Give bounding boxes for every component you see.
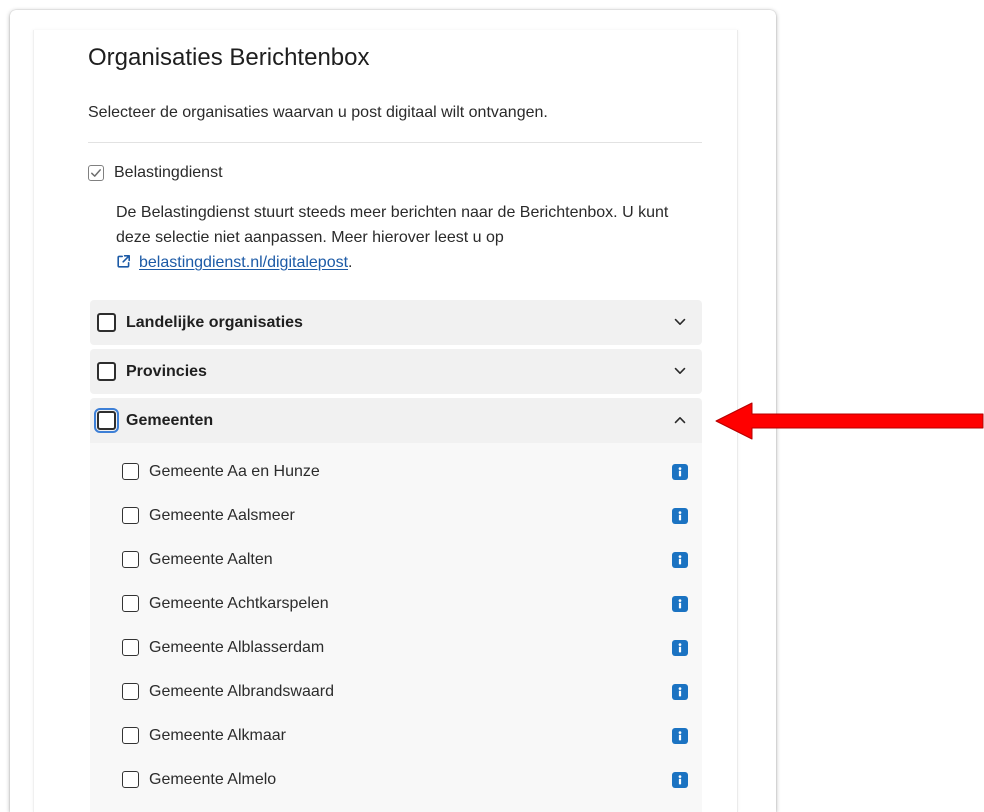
gemeente-checkbox[interactable] — [122, 551, 139, 568]
provincies-checkbox[interactable] — [97, 362, 116, 381]
accordion-provincies[interactable]: Provincies — [90, 349, 702, 394]
info-icon[interactable] — [672, 772, 688, 788]
link-suffix: . — [348, 254, 353, 271]
list-item: Gemeente Aalten — [90, 538, 702, 582]
gemeente-label: Gemeente Almelo — [149, 771, 277, 788]
red-arrow-left-icon — [715, 402, 984, 440]
external-link-icon — [117, 255, 130, 268]
info-icon[interactable] — [672, 464, 688, 480]
gemeente-checkbox[interactable] — [122, 771, 139, 788]
belastingdienst-label: Belastingdienst — [114, 164, 223, 181]
page-subtitle: Selecteer de organisaties waarvan u post… — [88, 104, 548, 121]
page: Organisaties Berichtenbox Selecteer de o… — [0, 0, 984, 812]
chevron-up-icon[interactable] — [674, 416, 686, 424]
arrow-shape — [715, 402, 984, 440]
accordion-label: Landelijke organisaties — [126, 314, 303, 331]
accordion-gemeenten[interactable]: Gemeenten — [90, 398, 702, 443]
belastingdienst-link-line: belastingdienst.nl/digitalepost. — [116, 250, 352, 275]
checkmark-icon — [91, 169, 101, 177]
list-item: Gemeente Alblasserdam — [90, 626, 702, 670]
list-item: Gemeente Aa en Hunze — [90, 450, 702, 494]
chevron-down-icon[interactable] — [674, 318, 686, 326]
landelijke-organisaties-checkbox[interactable] — [97, 313, 116, 332]
info-icon[interactable] — [672, 596, 688, 612]
list-item: Gemeente Albrandswaard — [90, 670, 702, 714]
belastingdienst-description: De Belastingdienst stuurt steeds meer be… — [116, 204, 669, 246]
gemeente-label: Gemeente Achtkarspelen — [149, 595, 329, 612]
list-item: Gemeente Aalsmeer — [90, 494, 702, 538]
gemeente-checkbox[interactable] — [122, 683, 139, 700]
belastingdienst-checkbox — [88, 165, 104, 181]
chevron-down-icon[interactable] — [674, 367, 686, 375]
info-icon[interactable] — [672, 728, 688, 744]
list-item: Gemeente Achtkarspelen — [90, 582, 702, 626]
accordion-label: Gemeenten — [126, 412, 214, 429]
accordion-landelijke-organisaties[interactable]: Landelijke organisaties — [90, 300, 702, 345]
page-title: Organisaties Berichtenbox — [88, 44, 370, 71]
gemeente-label: Gemeente Aa en Hunze — [149, 463, 320, 480]
accordion-label: Provincies — [126, 363, 207, 380]
gemeenten-checkbox[interactable] — [94, 408, 119, 433]
gemeente-label: Gemeente Alblasserdam — [149, 639, 325, 656]
gemeente-label: Gemeente Alkmaar — [149, 727, 286, 744]
info-icon[interactable] — [672, 640, 688, 656]
gemeente-label: Gemeente Albrandswaard — [149, 683, 334, 700]
gemeente-label: Gemeente Aalsmeer — [149, 507, 295, 524]
info-icon[interactable] — [672, 508, 688, 524]
gemeenten-list: Gemeente Aa en Hunze Gemeente Aalsmeer G… — [90, 443, 702, 812]
gemeente-checkbox[interactable] — [122, 507, 139, 524]
list-item: Gemeente Alkmaar — [90, 714, 702, 758]
list-item: Gemeente Almelo — [90, 758, 702, 802]
gemeente-checkbox[interactable] — [122, 727, 139, 744]
info-icon[interactable] — [672, 684, 688, 700]
info-icon[interactable] — [672, 552, 688, 568]
gemeente-checkbox[interactable] — [122, 639, 139, 656]
gemeente-checkbox[interactable] — [122, 595, 139, 612]
gemeente-checkbox[interactable] — [122, 463, 139, 480]
belastingdienst-link[interactable]: belastingdienst.nl/digitalepost — [139, 254, 348, 271]
divider — [88, 142, 702, 143]
gemeente-label: Gemeente Aalten — [149, 551, 273, 568]
